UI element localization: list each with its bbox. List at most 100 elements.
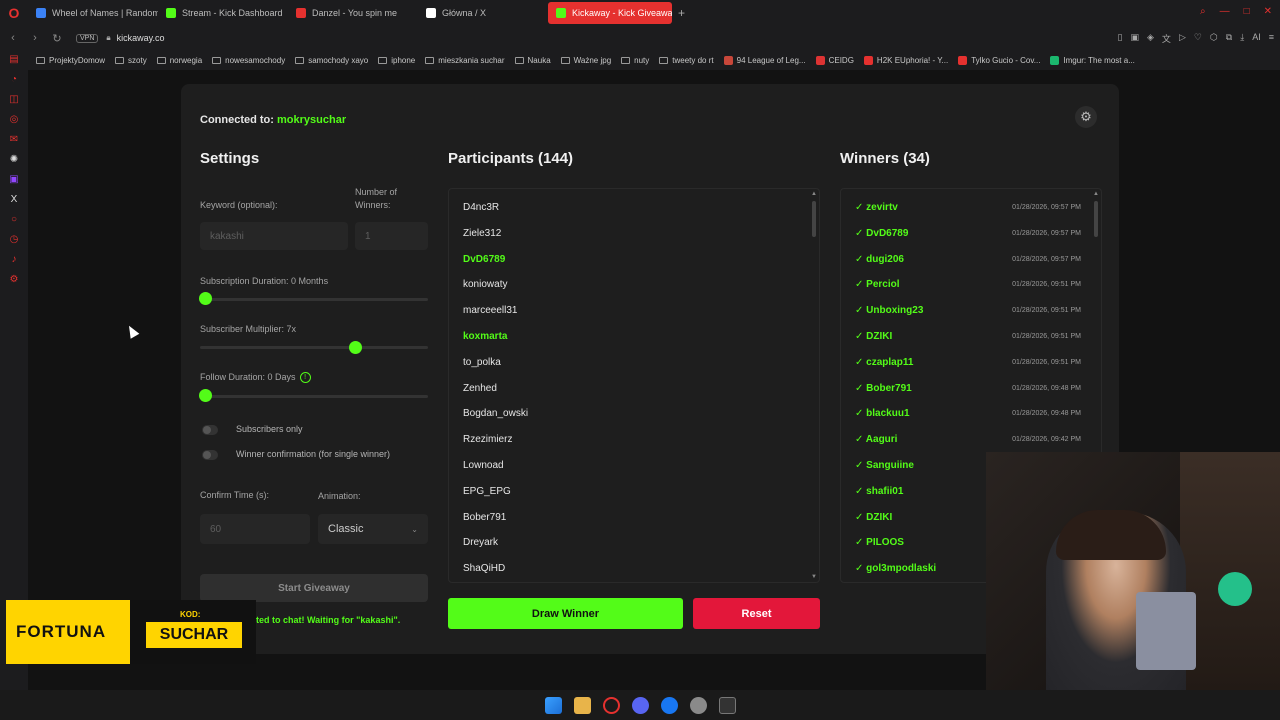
extensions-icon[interactable]: ⬡ xyxy=(1210,32,1218,45)
bookmark-item[interactable]: szoty xyxy=(115,56,147,65)
bookmark-icon[interactable]: ▯ xyxy=(1118,32,1123,45)
participants-scrollbar[interactable]: ▲ ▼ xyxy=(811,189,817,582)
url-field[interactable]: kickaway.co xyxy=(117,33,165,43)
tab-bar: O Wheel of Names | Random Stream - Kick … xyxy=(0,0,1280,26)
settings-icon[interactable]: ○ xyxy=(8,214,20,226)
bookmark-item[interactable]: norwegia xyxy=(156,56,202,65)
download-icon[interactable]: ⤓ xyxy=(1240,32,1244,45)
bookmark-item[interactable]: iphone xyxy=(378,56,415,65)
messenger-icon[interactable]: ◎ xyxy=(8,114,20,126)
forward-icon[interactable]: › xyxy=(26,32,44,44)
subscription-duration-track[interactable] xyxy=(200,298,428,301)
chatgpt-icon[interactable]: ✺ xyxy=(8,154,20,166)
folder-icon xyxy=(659,56,669,64)
bookmark-label: H2K EUphoria! - Y... xyxy=(876,55,949,65)
close-icon[interactable]: ✕ xyxy=(1264,6,1272,17)
bookmark-item[interactable]: 94 League of Leg... xyxy=(723,55,806,65)
info-icon[interactable]: ! xyxy=(299,372,311,384)
speed-dial-icon[interactable]: ▤ xyxy=(8,54,20,66)
bookmark-item[interactable]: CEIDG xyxy=(815,55,854,65)
winners-count-input[interactable]: 1 xyxy=(355,222,428,250)
participant-row: to_polka xyxy=(463,356,501,368)
cube-icon[interactable]: ⧉ xyxy=(1226,32,1232,45)
reload-icon[interactable]: ↻ xyxy=(48,32,66,45)
ai-icon[interactable]: AI xyxy=(1252,32,1261,45)
bookmark-item[interactable]: nuty xyxy=(621,56,649,65)
bookmark-item[interactable]: tweety do rt xyxy=(659,56,714,65)
file-explorer-icon[interactable] xyxy=(573,696,591,714)
play-icon[interactable]: ▷ xyxy=(1179,32,1186,45)
snapshot-icon[interactable]: ▣ xyxy=(1130,32,1139,45)
scroll-down-icon[interactable]: ▼ xyxy=(811,574,817,580)
steam-icon[interactable] xyxy=(689,696,707,714)
follow-duration-track[interactable] xyxy=(200,395,428,398)
opera-icon[interactable] xyxy=(602,696,620,714)
x-icon[interactable]: X xyxy=(8,194,20,206)
subscription-duration-slider[interactable] xyxy=(199,292,212,305)
bookmark-item[interactable]: Imgur: The most a... xyxy=(1050,55,1135,65)
tab-wheel-of-names[interactable]: Wheel of Names | Random xyxy=(28,2,158,24)
reset-button[interactable]: Reset xyxy=(693,598,820,629)
gear-sidebar-icon[interactable]: ⚙ xyxy=(8,274,20,286)
bookmark-item[interactable]: Ważne jpg xyxy=(560,56,611,65)
history-icon[interactable]: ◔ xyxy=(8,74,20,86)
clock-icon[interactable]: ◷ xyxy=(8,234,20,246)
shield-icon[interactable]: ◈ xyxy=(1147,32,1154,45)
animation-select[interactable]: Classic ⌄ xyxy=(318,514,428,544)
bag-icon[interactable]: ◫ xyxy=(8,94,20,106)
bookmark-item[interactable]: mieszkania suchar xyxy=(425,56,505,65)
minimize-icon[interactable]: — xyxy=(1220,6,1230,17)
search-icon[interactable]: ⌕ xyxy=(1200,6,1206,17)
bookmark-label: ProjektyDomow xyxy=(49,55,106,65)
new-tab-button[interactable]: + xyxy=(678,6,685,20)
winners-count-label: Number of Winners: xyxy=(355,187,398,210)
participant-row: Lownoad xyxy=(463,460,504,471)
bookmark-item[interactable]: H2K EUphoria! - Y... xyxy=(863,55,949,65)
bookmarks-bar: ProjektyDomow szoty norwegia nowesamocho… xyxy=(28,50,1280,70)
keyword-input[interactable]: kakashi xyxy=(200,222,348,250)
subscriber-multiplier-track[interactable] xyxy=(200,346,428,349)
scroll-up-icon[interactable]: ▲ xyxy=(1093,191,1099,197)
opera-logo-icon[interactable]: O xyxy=(0,0,28,26)
folder-icon xyxy=(621,56,631,64)
tab-youtube[interactable]: Danzel - You spin me xyxy=(288,2,418,24)
tab-favicon-icon xyxy=(36,8,46,18)
heart-icon[interactable]: ♡ xyxy=(1194,32,1202,45)
tab-x[interactable]: Główna / X xyxy=(418,2,548,24)
bookmark-item[interactable]: Tylko Gucio - Cov... xyxy=(958,55,1040,65)
participant-row: Bober791 xyxy=(463,511,507,523)
facebook-icon[interactable] xyxy=(660,696,678,714)
scroll-thumb[interactable] xyxy=(1094,201,1098,237)
bookmark-item[interactable]: samochody xayo xyxy=(295,56,368,65)
discord-icon[interactable] xyxy=(631,696,649,714)
menu-icon[interactable]: ≡ xyxy=(1269,32,1274,45)
subscribers-only-toggle[interactable] xyxy=(202,425,218,435)
scroll-thumb[interactable] xyxy=(812,201,816,237)
twitch-icon[interactable]: ▣ xyxy=(8,174,20,186)
bookmark-item[interactable]: Nauka xyxy=(514,56,551,65)
bookmark-item[interactable]: ProjektyDomow xyxy=(36,56,105,65)
scroll-up-icon[interactable]: ▲ xyxy=(811,191,817,197)
tab-kickaway[interactable]: Kickaway - Kick Giveaway xyxy=(548,2,672,24)
tab-label: Wheel of Names | Random xyxy=(52,8,158,18)
windows-start-icon[interactable] xyxy=(544,696,562,714)
maximize-icon[interactable]: □ xyxy=(1244,6,1250,17)
folder-icon xyxy=(425,56,435,64)
participants-list[interactable]: ▲ ▼ D4nc3R Ziele312 DvD6789 koniowaty marceee… xyxy=(448,188,820,583)
subscriber-multiplier-slider[interactable] xyxy=(349,341,363,354)
settings-gear-icon[interactable]: ⚙ xyxy=(1075,106,1097,128)
bookmark-item[interactable]: nowesamochody xyxy=(212,56,285,65)
translate-icon[interactable]: 文 xyxy=(1162,32,1171,45)
follow-duration-slider[interactable] xyxy=(199,389,212,402)
vpn-badge[interactable]: VPN xyxy=(76,33,99,43)
winner-confirmation-toggle[interactable] xyxy=(202,450,218,460)
back-icon[interactable]: ‹ xyxy=(4,32,22,44)
start-giveaway-button[interactable]: Start Giveaway xyxy=(200,574,428,602)
confirm-time-input[interactable]: 60 xyxy=(200,514,310,544)
tab-kick-dashboard[interactable]: Stream - Kick Dashboard xyxy=(158,2,288,24)
terminal-icon[interactable] xyxy=(718,696,736,714)
mail-icon[interactable]: ✉ xyxy=(8,134,20,146)
draw-winner-button[interactable]: Draw Winner xyxy=(448,598,683,629)
music-icon[interactable]: ♪ xyxy=(8,254,20,266)
winner-timestamp: 01/28/2026, 09:51 PM xyxy=(1012,307,1081,315)
